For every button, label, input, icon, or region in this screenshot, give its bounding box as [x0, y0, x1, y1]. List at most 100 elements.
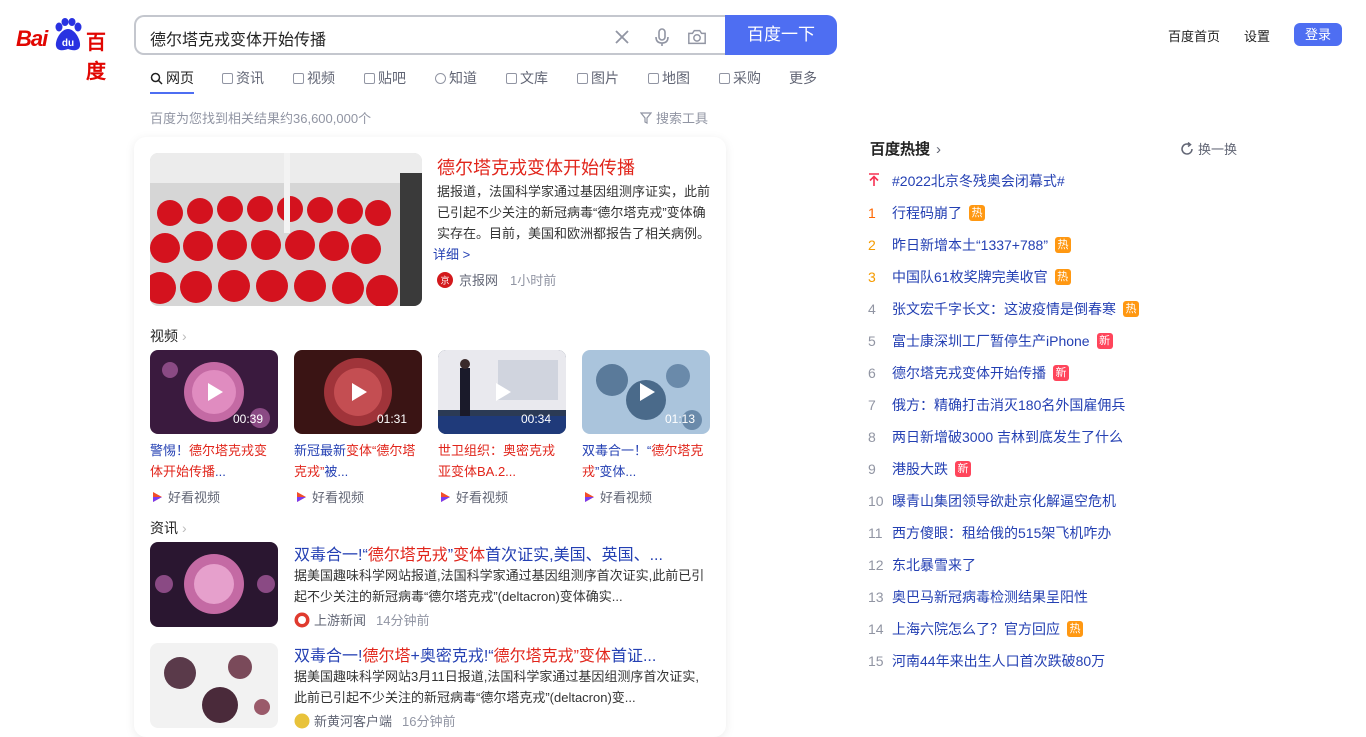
haokan-logo-icon	[585, 491, 594, 502]
news-section-title[interactable]: 资讯 ›	[150, 518, 187, 538]
news-thumbnail[interactable]	[150, 542, 278, 627]
hot-item-text: 港股大跌	[892, 461, 948, 477]
new-badge: 新	[1053, 365, 1069, 381]
tab-webpage[interactable]: 网页	[150, 68, 194, 88]
shopping-icon	[719, 72, 730, 84]
hot-item[interactable]: 9 港股大跌新	[868, 459, 971, 479]
tab-shopping[interactable]: 采购	[719, 68, 761, 88]
video-section-title[interactable]: 视频 ›	[150, 326, 187, 346]
hot-badge: 热	[1054, 269, 1071, 285]
hot-item[interactable]: 12 东北暴雪来了	[868, 555, 976, 575]
svg-text:京: 京	[440, 274, 449, 285]
video-source: 好看视频	[582, 487, 710, 506]
tab-tieba[interactable]: 贴吧	[364, 68, 406, 88]
video-card[interactable]: 01:13 双毒合一！“德尔塔克戎”变体... 好看视频	[582, 350, 710, 506]
hot-item[interactable]: 15 河南44年来出生人口首次跌破80万	[868, 651, 1105, 671]
video-title[interactable]: 新冠最新变体“德尔塔克戎”被...	[294, 440, 422, 482]
search-input[interactable]: 德尔塔克戎变体开始传播	[150, 26, 326, 50]
video-source: 好看视频	[438, 487, 566, 506]
login-button[interactable]: 登录	[1294, 23, 1342, 46]
haokan-logo-icon	[153, 491, 162, 502]
new-badge: 新	[1096, 333, 1113, 349]
source-name: 京报网	[459, 273, 499, 288]
hot-item[interactable]: 14 上海六院怎么了？官方回应热	[868, 619, 1083, 639]
hot-item[interactable]: 1 行程码崩了热	[868, 203, 985, 223]
chevron-right-icon: ›	[182, 328, 187, 344]
filter-icon	[639, 112, 653, 124]
tab-more[interactable]: 更多	[789, 68, 817, 88]
tab-label: 贴吧	[378, 70, 406, 86]
clear-icon[interactable]	[612, 27, 632, 47]
hot-item[interactable]: 8 两日新增破3000 吉林到底发生了什么	[868, 427, 1123, 447]
hot-rank: 6	[868, 365, 876, 381]
video-duration: 01:31	[376, 412, 407, 426]
video-card[interactable]: 00:39 警惕！德尔塔克戎变体开始传播... 好看视频	[150, 350, 278, 506]
hot-item[interactable]: 13 奥巴马新冠病毒检测结果呈阳性	[868, 587, 1088, 607]
tab-label: 文库	[520, 70, 548, 86]
video-title[interactable]: 世卫组织：奥密克戎亚变体BA.2...	[438, 440, 566, 482]
video-thumbnail[interactable]: 00:39	[150, 350, 278, 434]
hot-item-pinned[interactable]: #2022北京冬残奥会闭幕式#	[868, 171, 1065, 191]
play-icon	[496, 383, 511, 401]
hot-item-text: 中国队61枚奖牌完美收官	[892, 269, 1048, 285]
hot-item-text: 东北暴雪来了	[892, 557, 976, 573]
tab-label: 网页	[166, 70, 194, 86]
hot-item-text: 张文宏千字长文：这波疫情是倒春寒	[892, 301, 1116, 317]
tab-zhidao[interactable]: 知道	[435, 68, 477, 88]
tab-video[interactable]: 视频	[293, 68, 335, 88]
settings-link[interactable]: 设置	[1244, 26, 1270, 45]
baidu-logo[interactable]: Bai du 百度	[16, 17, 120, 83]
hot-item[interactable]: 11 西方傻眼：租给俄的515架飞机咋办	[868, 523, 1111, 543]
top-result-more-link[interactable]: 详细 >	[433, 244, 470, 263]
top-result-description: 据报道，法国科学家通过基因组测序证实，此前已引起不少关注的新冠病毒“德尔塔克戎”…	[437, 184, 711, 241]
video-thumbnail[interactable]: 00:34	[438, 350, 566, 434]
tab-map[interactable]: 地图	[648, 68, 690, 88]
hot-item[interactable]: 2 昨日新增本土“1337+788” 热	[868, 235, 1072, 255]
news-thumbnail[interactable]	[150, 643, 278, 728]
hot-item[interactable]: 7 俄方：精确打击消灭180名外国雇佣兵	[868, 395, 1125, 415]
video-duration: 00:39	[232, 412, 263, 426]
tab-wenku[interactable]: 文库	[506, 68, 548, 88]
tab-news[interactable]: 资讯	[222, 68, 264, 88]
top-result-source[interactable]: 京 京报网 1小时前	[437, 270, 556, 289]
video-title[interactable]: 警惕！德尔塔克戎变体开始传播...	[150, 440, 278, 482]
map-icon	[648, 72, 659, 84]
search-tools-label: 搜索工具	[656, 111, 709, 126]
top-result-image[interactable]	[150, 153, 422, 306]
search-box[interactable]: 德尔塔克戎变体开始传播	[134, 15, 726, 55]
camera-icon[interactable]	[687, 27, 707, 47]
hot-item[interactable]: 10 曝青山集团领导欲赴京化解逼空危机	[868, 491, 1116, 511]
video-card[interactable]: 01:31 新冠最新变体“德尔塔克戎”被... 好看视频	[294, 350, 422, 506]
hot-badge: 热	[1067, 621, 1083, 637]
play-icon	[640, 383, 655, 401]
microphone-icon[interactable]	[652, 27, 672, 47]
source-time: 1小时前	[510, 273, 557, 288]
top-result-title[interactable]: 德尔塔克戎变体开始传播	[437, 154, 635, 180]
hot-search-title[interactable]: 百度热搜 ›	[870, 138, 941, 159]
search-button[interactable]: 百度一下	[725, 15, 837, 55]
source-logo-icon	[294, 612, 310, 627]
hot-item[interactable]: 3 中国队61枚奖牌完美收官热	[868, 267, 1071, 287]
result-count: 百度为您找到相关结果约36,600,000个	[150, 111, 372, 126]
hot-item[interactable]: 4 张文宏千字长文：这波疫情是倒春寒热	[868, 299, 1139, 319]
video-thumbnail[interactable]: 01:31	[294, 350, 422, 434]
homepage-link[interactable]: 百度首页	[1168, 26, 1220, 45]
pinned-icon	[868, 172, 892, 190]
video-thumbnail[interactable]: 01:13	[582, 350, 710, 434]
hot-rank: 15	[868, 653, 884, 669]
hot-item[interactable]: 5 富士康深圳工厂暂停生产iPhone 新	[868, 331, 1113, 351]
video-card[interactable]: 00:34 世卫组织：奥密克戎亚变体BA.2... 好看视频	[438, 350, 566, 506]
hot-rank: 3	[868, 269, 876, 285]
search-tools-button[interactable]: 搜索工具	[639, 108, 709, 127]
refresh-button[interactable]: 换一换	[1180, 139, 1237, 158]
hot-rank: 7	[868, 397, 876, 413]
hot-rank: 14	[868, 621, 884, 637]
hot-item[interactable]: 6 德尔塔克戎变体开始传播新	[868, 363, 1069, 383]
news-title[interactable]: 双毒合一!“德尔塔克戎”变体首次证实,美国、英国、...	[294, 541, 663, 565]
video-icon	[293, 72, 304, 84]
video-title[interactable]: 双毒合一！“德尔塔克戎”变体...	[582, 440, 710, 482]
news-title[interactable]: 双毒合一!德尔塔+奥密克戎!“德尔塔克戎”变体首证...	[294, 642, 656, 666]
tab-images[interactable]: 图片	[577, 68, 619, 88]
active-tab-indicator	[150, 92, 194, 94]
play-icon	[352, 383, 367, 401]
